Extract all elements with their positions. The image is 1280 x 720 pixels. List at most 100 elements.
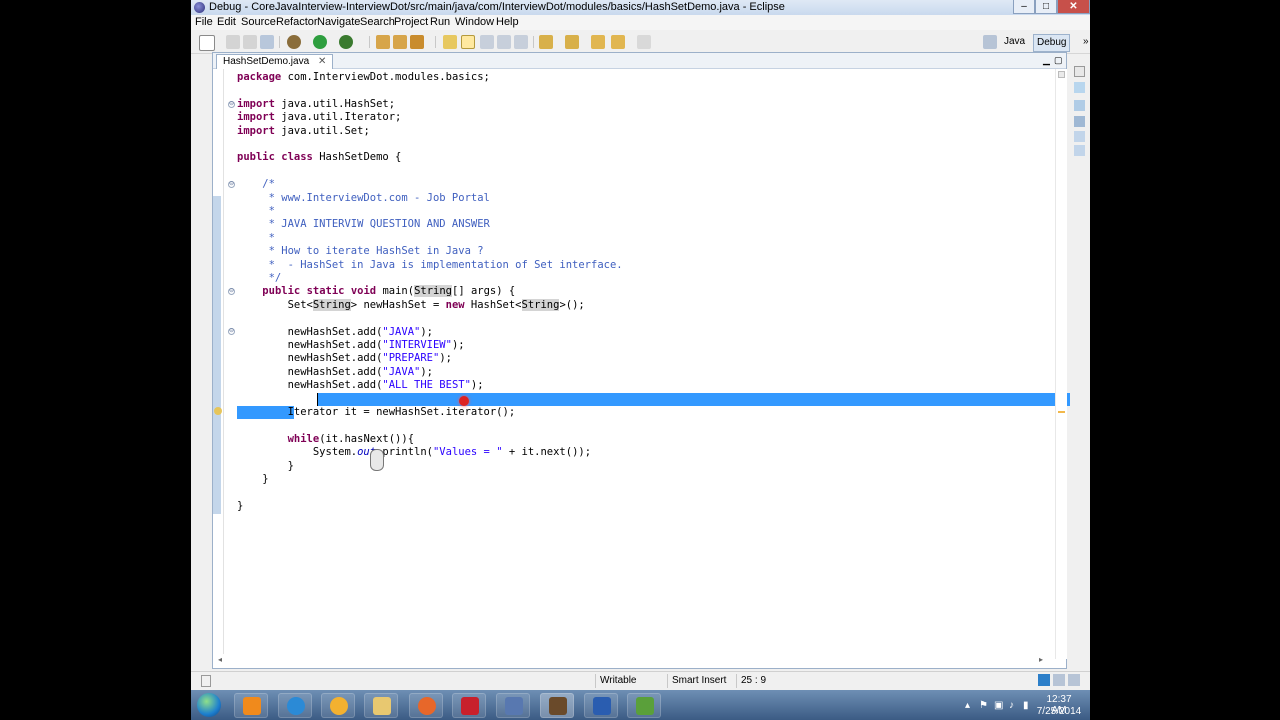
print-icon[interactable]: [260, 35, 274, 49]
warning-marker-icon[interactable]: [214, 407, 222, 415]
new-package-icon[interactable]: [393, 35, 407, 49]
firefox-icon[interactable]: [418, 697, 436, 715]
code-line[interactable]: newHashSet.add("INTERVIEW");: [237, 339, 465, 352]
code-line[interactable]: */: [237, 272, 282, 285]
code-line[interactable]: newHashSet.add("JAVA");: [237, 366, 433, 379]
run-icon[interactable]: [313, 35, 327, 49]
code-line[interactable]: newHashSet.add("PREPARE");: [237, 352, 452, 365]
code-line[interactable]: import java.util.Iterator;: [237, 111, 401, 124]
close-button[interactable]: ✕: [1057, 0, 1090, 14]
editor-tab-hashsetdemo[interactable]: HashSetDemo.java ✕: [216, 54, 334, 69]
code-line[interactable]: import java.util.HashSet;: [237, 98, 395, 111]
code-line[interactable]: package com.InterviewDot.modules.basics;: [237, 71, 490, 84]
open-type-icon[interactable]: [443, 35, 457, 49]
code-area[interactable]: package com.InterviewDot.modules.basics;…: [237, 71, 1070, 651]
code-line[interactable]: newHashSet.add("JAVA");: [237, 326, 433, 339]
menu-refactor[interactable]: Refactor: [276, 16, 318, 28]
overview-ruler[interactable]: [1055, 69, 1067, 659]
code-line[interactable]: newHashSet.add("ALL THE BEST");: [237, 379, 484, 392]
maximize-view-icon[interactable]: ▢: [1054, 55, 1063, 66]
code-line[interactable]: }: [237, 460, 294, 473]
code-line[interactable]: Iterator it = newHashSet.iterator();: [237, 406, 516, 419]
filezilla-icon[interactable]: [461, 697, 479, 715]
menu-help[interactable]: Help: [496, 16, 519, 28]
scroll-left-icon[interactable]: ◂: [218, 655, 222, 664]
project-icon[interactable]: [636, 697, 654, 715]
code-line[interactable]: * www.InterviewDot.com - Job Portal: [237, 192, 490, 205]
expressions-view-icon[interactable]: [1074, 116, 1085, 127]
horizontal-scrollbar[interactable]: ◂ ▸: [213, 654, 1055, 667]
code-line[interactable]: }: [237, 473, 268, 486]
warning-overview-mark[interactable]: [1058, 411, 1065, 413]
pilcrow-icon[interactable]: [514, 35, 528, 49]
save-app-icon[interactable]: [505, 697, 523, 715]
new-icon[interactable]: [199, 35, 215, 51]
vlc-icon[interactable]: [243, 697, 261, 715]
title-bar[interactable]: Debug - CoreJavaInterview-InterviewDot/s…: [191, 0, 1090, 15]
action-center-icon[interactable]: ▣: [994, 700, 1003, 711]
back-icon[interactable]: [591, 35, 605, 49]
code-line[interactable]: /*: [237, 178, 275, 191]
code-line[interactable]: * - HashSet in Java is implementation of…: [237, 259, 623, 272]
word-icon[interactable]: [593, 697, 611, 715]
breakpoints-view-icon[interactable]: [1074, 100, 1085, 111]
clock-date[interactable]: 7/25/2014: [1036, 706, 1082, 717]
game-icon[interactable]: [549, 697, 567, 715]
fold-toggle-icon[interactable]: ⊖: [228, 101, 235, 108]
outline-view-icon[interactable]: [1074, 131, 1085, 142]
code-line[interactable]: while(it.hasNext()){: [237, 433, 414, 446]
notification-icon[interactable]: [1038, 674, 1050, 686]
forward-icon[interactable]: [611, 35, 625, 49]
code-line[interactable]: *: [237, 205, 275, 218]
console-view-icon[interactable]: [1074, 145, 1085, 156]
media-player-icon[interactable]: [330, 697, 348, 715]
variables-view-icon[interactable]: [1074, 82, 1085, 93]
java-perspective-button[interactable]: Java: [1001, 34, 1028, 50]
show-hidden-icons-icon[interactable]: ▴: [965, 700, 970, 711]
new-java-project-icon[interactable]: [376, 35, 390, 49]
code-line[interactable]: Set<String> newHashSet = new HashSet<Str…: [237, 298, 585, 312]
menu-navigate[interactable]: Navigate: [317, 16, 360, 28]
debug-perspective-button[interactable]: Debug: [1033, 34, 1071, 52]
external-tools-icon[interactable]: [339, 35, 353, 49]
previous-annotation-icon[interactable]: [565, 35, 579, 49]
close-tab-icon[interactable]: ✕: [318, 56, 326, 67]
fast-view-icon[interactable]: [201, 675, 211, 687]
start-button[interactable]: [197, 693, 221, 717]
more-perspectives-icon[interactable]: »: [1080, 34, 1090, 50]
show-whitespace-icon[interactable]: [497, 35, 511, 49]
volume-icon[interactable]: ♪: [1009, 700, 1014, 711]
scroll-right-icon[interactable]: ▸: [1039, 655, 1043, 664]
code-line[interactable]: import java.util.Set;: [237, 125, 370, 138]
save-all-icon[interactable]: [243, 35, 257, 49]
minimize-button[interactable]: –: [1013, 0, 1035, 14]
minimized-view-icon[interactable]: [1053, 674, 1065, 686]
open-perspective-icon[interactable]: [983, 35, 997, 49]
menu-search[interactable]: Search: [360, 16, 395, 28]
vertical-ruler[interactable]: [213, 69, 224, 667]
last-edit-icon[interactable]: [637, 35, 651, 49]
next-annotation-icon[interactable]: [539, 35, 553, 49]
menu-window[interactable]: Window: [455, 16, 494, 28]
menu-project[interactable]: Project: [394, 16, 428, 28]
debug-icon[interactable]: [287, 35, 301, 49]
maximize-button[interactable]: □: [1035, 0, 1057, 14]
code-line[interactable]: * How to iterate HashSet in Java ?: [237, 245, 484, 258]
toggle-block-selection-icon[interactable]: [480, 35, 494, 49]
code-line[interactable]: }: [237, 500, 243, 513]
menu-source[interactable]: Source: [241, 16, 276, 28]
save-icon[interactable]: [226, 35, 240, 49]
menu-run[interactable]: Run: [430, 16, 450, 28]
menu-file[interactable]: File: [195, 16, 213, 28]
internet-explorer-icon[interactable]: [287, 697, 305, 715]
code-line[interactable]: * JAVA INTERVIW QUESTION AND ANSWER: [237, 218, 490, 231]
mark-occurrences-icon[interactable]: [461, 35, 475, 49]
code-line[interactable]: *: [237, 232, 275, 245]
new-class-icon[interactable]: [410, 35, 424, 49]
fold-toggle-icon[interactable]: ⊖: [228, 328, 235, 335]
minimize-view-icon[interactable]: ▁: [1043, 55, 1050, 66]
minimized-view-icon[interactable]: [1068, 674, 1080, 686]
fold-toggle-icon[interactable]: ⊖: [228, 181, 235, 188]
power-icon[interactable]: ▮: [1023, 700, 1029, 711]
file-explorer-icon[interactable]: [373, 697, 391, 715]
